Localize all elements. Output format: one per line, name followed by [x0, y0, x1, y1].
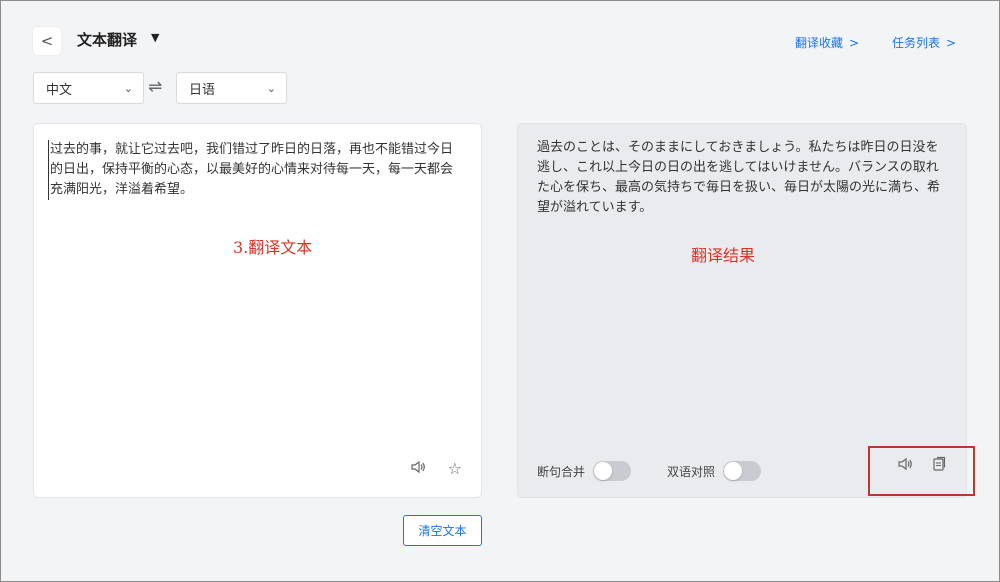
translation-favorites-link[interactable]: 翻译收藏 >	[795, 34, 859, 51]
chevron-right-icon: >	[946, 36, 957, 50]
chevron-down-icon: ⌄	[123, 81, 133, 95]
caret-down-icon[interactable]: ▼	[151, 31, 159, 44]
translation-result-panel: 過去のことは、そのままにしておきましょう。私たちは昨日の日没を逃し、これ以上今日…	[517, 123, 967, 498]
source-annotation: 3.翻译文本	[233, 238, 313, 257]
sentence-merge-toggle[interactable]	[593, 461, 632, 481]
source-text-input[interactable]: 过去的事，就让它过去吧，我们错过了昨日的日落，再也不能错过今日的日出，保持平衡的…	[48, 140, 460, 200]
star-icon[interactable]: ☆	[448, 459, 462, 479]
source-language-value: 中文	[46, 82, 73, 98]
source-text-panel[interactable]: 过去的事，就让它过去吧，我们错过了昨日的日落，再也不能错过今日的日出，保持平衡的…	[33, 123, 482, 498]
chevron-right-icon: >	[849, 36, 860, 50]
back-button[interactable]: <	[33, 27, 61, 55]
target-language-select[interactable]: 日语 ⌄	[176, 72, 287, 104]
sentence-merge-label: 断句合并	[537, 464, 586, 479]
source-language-select[interactable]: 中文 ⌄	[33, 72, 144, 104]
chevron-left-icon: <	[40, 32, 54, 50]
result-annotation: 翻译结果	[691, 246, 756, 265]
chevron-down-icon: ⌄	[266, 81, 276, 95]
swap-arrows-icon[interactable]: ⇌	[148, 77, 162, 97]
highlight-annotation-box	[868, 446, 975, 496]
bilingual-toggle-group: 双语对照	[667, 461, 762, 481]
bilingual-toggle[interactable]	[723, 461, 762, 481]
translation-result-text: 過去のことは、そのままにしておきましょう。私たちは昨日の日没を逃し、これ以上今日…	[537, 140, 941, 215]
bilingual-label: 双语对照	[667, 464, 716, 479]
task-list-link[interactable]: 任务列表 >	[892, 34, 956, 51]
clear-text-button[interactable]: 清空文本	[403, 515, 482, 546]
page-title[interactable]: 文本翻译	[77, 29, 137, 50]
speaker-icon[interactable]	[410, 459, 426, 479]
sentence-merge-toggle-group: 断句合并	[537, 461, 632, 481]
source-actions: ☆	[410, 459, 462, 479]
target-language-value: 日语	[189, 82, 216, 98]
